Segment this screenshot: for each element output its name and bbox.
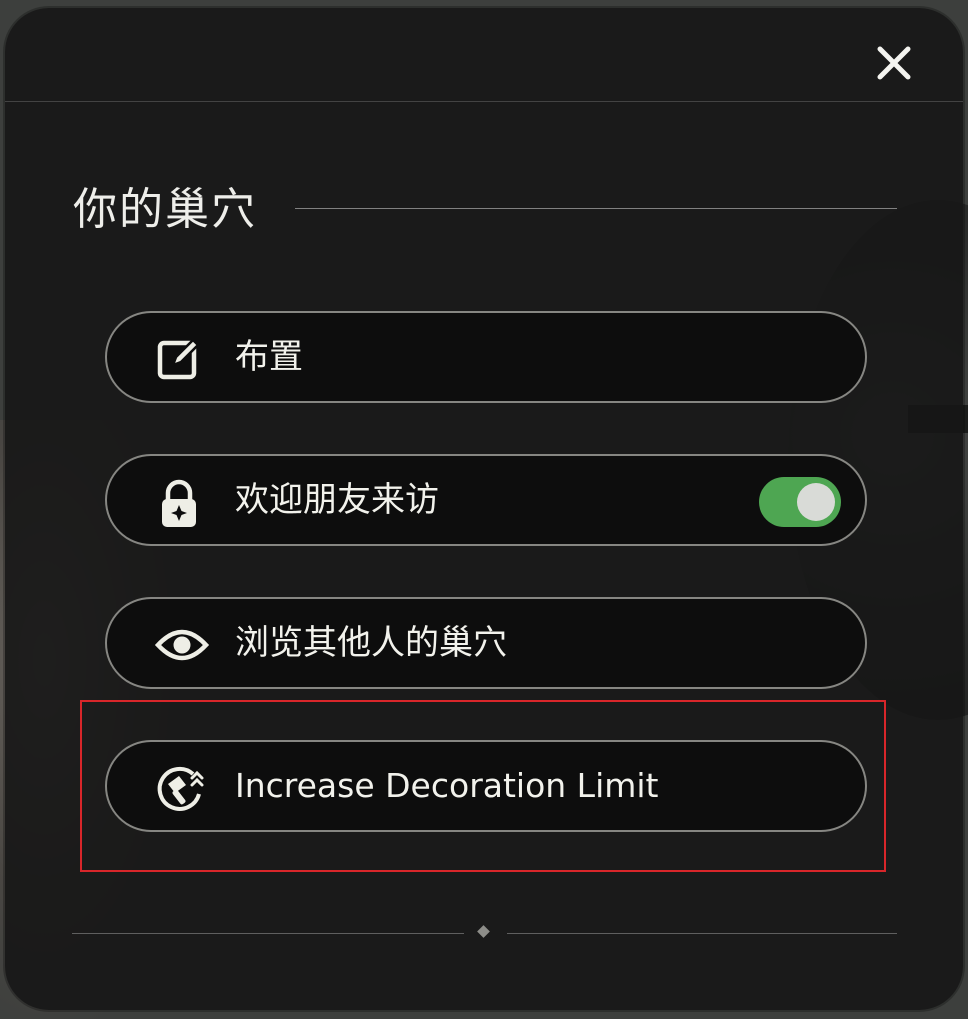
lock-icon [155,478,203,527]
welcome-friends-toggle[interactable] [759,477,841,527]
close-button[interactable] [871,40,917,86]
footer-divider-right [507,933,897,934]
footer-divider-left [72,933,464,934]
edit-icon [155,335,203,383]
toggle-knob [797,483,835,521]
browse-nests-button[interactable]: 浏览其他人的巢穴 [105,597,867,689]
section-title: 你的巢穴 [73,184,257,235]
browse-nests-label: 浏览其他人的巢穴 [235,623,507,663]
increase-decoration-limit-label: Increase Decoration Limit [235,766,659,805]
footer-diamond-ornament [477,925,490,938]
decorate-button[interactable]: 布置 [105,311,867,403]
header-divider [5,101,963,102]
decorate-label: 布置 [235,337,303,377]
hammer-upgrade-icon [155,764,204,812]
eye-icon [154,621,210,669]
title-divider [295,208,897,209]
welcome-friends-label: 欢迎朋友来访 [235,480,439,520]
nest-menu-panel: 你的巢穴 布置 欢迎朋友来访 浏览其他人的巢穴 Increase Decorat… [5,8,963,1010]
increase-decoration-limit-button[interactable]: Increase Decoration Limit [105,740,867,832]
welcome-friends-row[interactable]: 欢迎朋友来访 [105,454,867,546]
close-icon [877,46,911,80]
